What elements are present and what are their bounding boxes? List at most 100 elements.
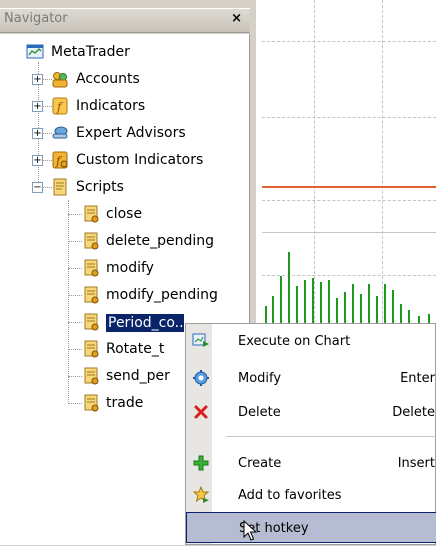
navigator-title: Navigator xyxy=(4,11,68,26)
script-icon xyxy=(82,205,100,223)
chart-separator xyxy=(262,232,436,233)
menu-separator xyxy=(226,436,436,437)
tree-line xyxy=(68,295,82,296)
chart-bar xyxy=(280,276,282,323)
tree-item-label: Indicators xyxy=(76,98,146,114)
scripts-icon xyxy=(51,178,69,196)
script-label: modify_pending xyxy=(106,287,218,303)
chart-grid-line xyxy=(262,200,436,201)
delete-icon xyxy=(192,403,210,421)
navigator-title-bar: Navigator × xyxy=(0,8,250,33)
tree-item-label: Accounts xyxy=(76,71,140,87)
script-item[interactable]: modify_pending xyxy=(0,282,250,309)
tree-line xyxy=(68,376,82,377)
context-menu: Execute on Chart Modify Enter Delete Del… xyxy=(185,323,436,545)
chart-bar xyxy=(368,284,370,323)
modify-icon xyxy=(192,369,210,387)
script-label: delete_pending xyxy=(106,233,215,249)
chart-bar xyxy=(296,286,298,323)
menu-item-add-to-favorites[interactable]: Add to favorites xyxy=(186,480,436,511)
script-icon xyxy=(82,259,100,277)
expand-indicators-icon[interactable]: + xyxy=(32,101,43,112)
chart-bar xyxy=(265,306,267,323)
tree-root-label: MetaTrader xyxy=(51,44,130,60)
chart-bar xyxy=(376,296,378,323)
menu-item-shortcut: Insert xyxy=(397,456,435,471)
tree-line xyxy=(68,268,82,269)
menu-item-label: Execute on Chart xyxy=(238,334,351,349)
favorites-icon xyxy=(192,485,210,504)
tree-item-indicators[interactable]: + f Indicators xyxy=(0,93,250,120)
tree-item-expert-advisors[interactable]: + Expert Advisors xyxy=(0,120,250,147)
script-label: trade xyxy=(106,395,144,411)
tree-line xyxy=(68,241,82,242)
tree-item-custom-indicators[interactable]: + f Custom Indicators xyxy=(0,147,250,174)
chart-grid-line xyxy=(262,117,436,118)
script-item[interactable]: delete_pending xyxy=(0,228,250,255)
chart-bar xyxy=(336,298,338,323)
menu-item-create[interactable]: Create Insert xyxy=(186,448,436,479)
menu-item-label: Add to favorites xyxy=(238,488,342,503)
expand-accounts-icon[interactable]: + xyxy=(32,74,43,85)
chart-bar xyxy=(304,280,306,323)
chart-bar xyxy=(328,280,330,323)
chart-bar xyxy=(392,290,394,323)
menu-item-label: Create xyxy=(238,456,282,471)
metatrader-icon xyxy=(26,43,44,61)
mouse-cursor-icon xyxy=(243,519,259,542)
tree-item-label: Expert Advisors xyxy=(76,125,186,141)
script-icon xyxy=(82,286,100,304)
script-icon xyxy=(82,394,100,412)
custom-indicators-icon: f xyxy=(51,151,69,169)
chart-bar xyxy=(418,316,420,323)
tree-item-label: Scripts xyxy=(76,179,124,195)
chart-bar xyxy=(320,282,322,323)
tree-item-accounts[interactable]: + Accounts xyxy=(0,66,250,93)
expand-expert-advisors-icon[interactable]: + xyxy=(32,128,43,139)
chart-bar xyxy=(312,278,314,323)
script-label: modify xyxy=(106,260,154,276)
chart-level-line xyxy=(262,186,436,188)
tree-line xyxy=(68,322,82,323)
script-item[interactable]: modify xyxy=(0,255,250,282)
tree-line xyxy=(68,349,82,350)
script-item[interactable]: close xyxy=(0,201,250,228)
indicators-icon: f xyxy=(51,97,69,115)
script-icon xyxy=(82,367,100,385)
script-label: Rotate_t xyxy=(106,341,165,357)
chart-bar xyxy=(288,252,290,323)
chart-grid-line xyxy=(262,41,436,42)
script-label: Period_co... xyxy=(106,314,184,332)
menu-item-label: Modify xyxy=(238,371,282,386)
script-icon xyxy=(82,313,100,331)
chart-bar xyxy=(272,296,274,323)
expand-custom-indicators-icon[interactable]: + xyxy=(32,155,43,166)
tree-line xyxy=(68,403,82,404)
menu-item-shortcut: Enter xyxy=(400,371,435,386)
chart-bar xyxy=(428,314,430,323)
menu-item-shortcut: Delete xyxy=(392,405,435,420)
menu-item-set-hotkey[interactable]: Set hotkey xyxy=(186,512,436,543)
menu-item-delete[interactable]: Delete Delete xyxy=(186,397,436,428)
accounts-icon xyxy=(51,70,69,88)
execute-on-chart-icon xyxy=(192,332,210,350)
chart-bar xyxy=(360,294,362,323)
chart-bar xyxy=(384,284,386,323)
collapse-scripts-icon[interactable]: − xyxy=(32,182,43,193)
chart-bar xyxy=(352,284,354,323)
tree-item-scripts[interactable]: − Scripts xyxy=(0,174,250,201)
menu-item-modify[interactable]: Modify Enter xyxy=(186,363,436,394)
chart-bar xyxy=(400,304,402,323)
close-icon[interactable]: × xyxy=(231,11,242,26)
script-label: close xyxy=(106,206,143,222)
script-icon xyxy=(82,340,100,358)
menu-item-label: Delete xyxy=(238,405,281,420)
tree-line xyxy=(68,214,82,215)
chart-bar xyxy=(408,310,410,323)
menu-item-execute-on-chart[interactable]: Execute on Chart xyxy=(186,326,436,357)
script-label: send_per xyxy=(106,368,170,384)
menu-icon-strip xyxy=(186,324,212,544)
tree-item-label: Custom Indicators xyxy=(76,152,204,168)
tree-root-metatrader[interactable]: MetaTrader xyxy=(0,39,250,66)
expert-advisors-icon xyxy=(51,124,69,142)
